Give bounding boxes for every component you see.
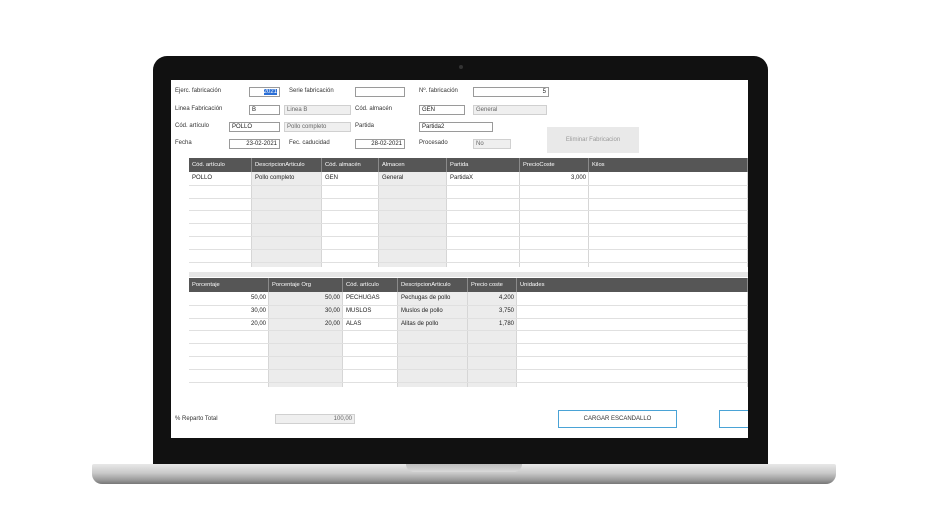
- grid-cell[interactable]: 50,00: [189, 292, 269, 304]
- almacen-desc: General: [473, 105, 547, 115]
- grid-cell[interactable]: 3,000: [520, 172, 589, 184]
- row-divider: [189, 356, 748, 357]
- grid-cell[interactable]: Pechugas de pollo: [398, 292, 468, 304]
- reparto-label: % Reparto Total: [175, 416, 218, 422]
- grid-cell[interactable]: 3,750: [468, 305, 517, 317]
- column-header[interactable]: DescripcionArticulo: [398, 278, 468, 292]
- grid-cell[interactable]: Muslos de pollo: [398, 305, 468, 317]
- grid-column: [252, 172, 322, 267]
- grid-cell[interactable]: MUSLOS: [343, 305, 398, 317]
- fecha-label: Fecha: [175, 140, 192, 146]
- grid-body: POLLO Pollo completo GEN General PartidaX 3,0…: [189, 172, 748, 267]
- grid-cell[interactable]: ALAS: [343, 318, 398, 330]
- linea-label: Linea Fabricación: [175, 106, 223, 112]
- grid-body: 50,00 50,00 PECHUGAS Pechugas de pollo 4,200…: [189, 292, 748, 387]
- lineas-grid: Cód. artículo DescripcionArticulo Cód. alm…: [189, 158, 748, 267]
- grid-column: [520, 172, 589, 267]
- linea-input[interactable]: B: [249, 105, 280, 115]
- partida-label: Partida: [355, 123, 375, 129]
- caducidad-label: Fec. caducidad: [289, 140, 330, 146]
- grid-cell[interactable]: 1,780: [468, 318, 517, 330]
- cargar-escandallo-button[interactable]: CARGAR ESCANDALLO: [558, 410, 677, 428]
- grid-cell[interactable]: GEN: [322, 172, 379, 184]
- serie-input[interactable]: [355, 87, 405, 97]
- grid-cell[interactable]: 50,00: [269, 292, 343, 304]
- row-divider: [189, 236, 748, 237]
- grid-cell[interactable]: 20,00: [269, 318, 343, 330]
- laptop-bezel: Ejerc. fabricación 2021 Serie fabricació…: [153, 56, 768, 464]
- column-header[interactable]: Almacen: [379, 158, 447, 172]
- eliminar-fabricacion-button[interactable]: Eliminar Fabricacion: [547, 127, 639, 153]
- almacen-input[interactable]: GEN: [419, 105, 465, 115]
- grid-cell[interactable]: 4,200: [468, 292, 517, 304]
- articulo-label: Cód. artículo: [175, 123, 210, 129]
- grid-cell[interactable]: PECHUGAS: [343, 292, 398, 304]
- escandallo-grid: Porcentaje Porcentaje Org Cód. artículo Des…: [189, 278, 748, 387]
- grid-cell[interactable]: 30,00: [269, 305, 343, 317]
- column-header[interactable]: Kilos: [589, 158, 748, 172]
- row-divider: [189, 197, 748, 199]
- column-header[interactable]: DescripcionArticulo: [252, 158, 322, 172]
- row-divider: [189, 343, 748, 345]
- row-divider: [189, 223, 748, 225]
- column-header[interactable]: Partida: [447, 158, 520, 172]
- grid-cell[interactable]: General: [379, 172, 447, 184]
- column-header[interactable]: Porcentaje Org: [269, 278, 343, 292]
- row-divider: [189, 368, 748, 370]
- grid-cell[interactable]: Pollo completo: [252, 172, 322, 184]
- partida-input[interactable]: Partida2: [419, 122, 493, 132]
- grid-column: [447, 172, 520, 267]
- laptop-base: [92, 464, 836, 484]
- grid-cell[interactable]: 20,00: [189, 318, 269, 330]
- column-header[interactable]: Porcentaje: [189, 278, 269, 292]
- grid-column: [589, 172, 748, 267]
- grid-header: Porcentaje Porcentaje Org Cód. artículo Des…: [189, 278, 748, 292]
- linea-desc: Linea B: [284, 105, 351, 115]
- ejerc-input[interactable]: 2021: [249, 87, 280, 97]
- procesado-value: No: [473, 139, 511, 149]
- almacen-label: Cód. almacén: [355, 106, 393, 112]
- num-fabricacion-label: Nº. fabricación: [419, 88, 458, 94]
- reparto-value: 100,00: [275, 414, 355, 424]
- column-header[interactable]: Cód. almacén: [322, 158, 379, 172]
- grid-separator: [189, 272, 748, 277]
- grid-cell[interactable]: Alitas de pollo: [398, 318, 468, 330]
- column-header[interactable]: Unidades: [517, 278, 748, 292]
- secondary-button[interactable]: [719, 410, 748, 428]
- row-divider: [189, 381, 748, 383]
- column-header[interactable]: Cód. artículo: [343, 278, 398, 292]
- num-fabricacion-input[interactable]: 5: [473, 87, 549, 97]
- grid-column: [517, 292, 748, 387]
- serie-label: Serie fabricación: [289, 88, 334, 94]
- grid-column: [379, 172, 447, 267]
- column-header[interactable]: Cód. artículo: [189, 158, 252, 172]
- row-divider: [189, 248, 748, 250]
- app-screen: Ejerc. fabricación 2021 Serie fabricació…: [171, 80, 748, 438]
- fecha-input[interactable]: 23-02-2021: [229, 139, 280, 149]
- caducidad-input[interactable]: 28-02-2021: [355, 139, 405, 149]
- row-divider: [189, 261, 748, 263]
- footer-bar: % Reparto Total 100,00 CARGAR ESCANDALLO: [171, 390, 748, 438]
- row-divider: [189, 184, 748, 186]
- grid-cell[interactable]: PartidaX: [447, 172, 520, 184]
- grid-cell[interactable]: POLLO: [189, 172, 252, 184]
- ejerc-label: Ejerc. fabricación: [175, 88, 222, 94]
- articulo-desc: Pollo completo: [284, 122, 351, 132]
- procesado-label: Procesado: [419, 140, 448, 146]
- row-divider: [189, 210, 748, 212]
- column-header[interactable]: PrecioCoste: [520, 158, 589, 172]
- row-divider: [189, 330, 748, 332]
- grid-cell[interactable]: 30,00: [189, 305, 269, 317]
- grid-column: [189, 172, 252, 267]
- column-header[interactable]: Precio coste: [468, 278, 517, 292]
- grid-header: Cód. artículo DescripcionArticulo Cód. alm…: [189, 158, 748, 172]
- laptop-notch: [406, 464, 522, 472]
- articulo-input[interactable]: POLLO: [229, 122, 280, 132]
- camera-dot: [459, 65, 463, 69]
- grid-column: [322, 172, 379, 267]
